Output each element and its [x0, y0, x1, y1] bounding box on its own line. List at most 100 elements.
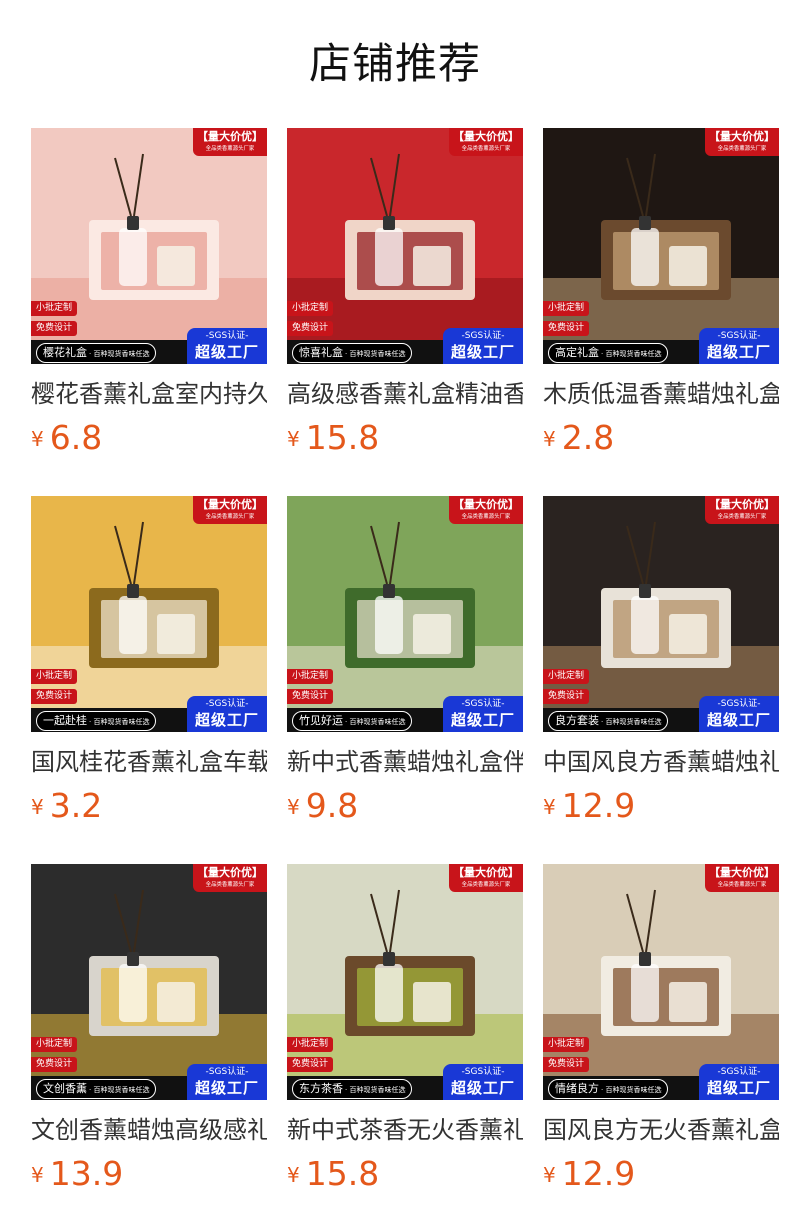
badge-line-2: 全品类香薰源头厂家 — [205, 145, 255, 152]
sgs-factory-badge: -SGS认证- 超级工厂 — [187, 696, 267, 732]
product-image[interactable]: 【量大价优】 全品类香薰源头厂家 小批定制 免费设计 一起赴桂 · 百种现货香味任选 -SG… — [31, 496, 267, 732]
small-batch-tag: 小批定制 — [31, 669, 78, 684]
bottle-cap — [383, 584, 395, 598]
sgs-factory-badge: -SGS认证- 超级工厂 — [699, 1064, 779, 1100]
product-name[interactable]: 高级感香薰礼盒精油香 — [287, 378, 523, 410]
sgs-cert-label: -SGS认证- — [461, 699, 505, 709]
free-design-tag: 免费设计 — [287, 321, 334, 336]
volume-discount-badge: 【量大价优】全品类香薰源头厂家 — [705, 128, 779, 156]
diffuser-bottle — [375, 964, 403, 1022]
badge-line-1: 【量大价优】 — [197, 498, 263, 511]
product-name[interactable]: 樱花香薰礼盒室内持久 — [31, 378, 267, 410]
bottle-cap — [639, 216, 651, 230]
candle-jar — [669, 982, 707, 1022]
super-factory-label: 超级工厂 — [450, 711, 515, 729]
product-name[interactable]: 中国风良方香薰蜡烛礼 — [543, 746, 779, 778]
banner-subtitle: · 百种现货香味任选 — [345, 718, 406, 726]
super-factory-label: 超级工厂 — [706, 1079, 771, 1097]
product-card[interactable]: 【量大价优】 全品类香薰源头厂家 小批定制 免费设计 高定礼盒 · 百种现货香味任选 -SG… — [543, 128, 779, 468]
banner-subtitle: · 百种现货香味任选 — [345, 350, 406, 358]
banner-subtitle: · 百种现货香味任选 — [89, 718, 150, 726]
product-name[interactable]: 木质低温香薰蜡烛礼盒 — [543, 378, 779, 410]
product-card[interactable]: 【量大价优】 全品类香薰源头厂家 小批定制 免费设计 一起赴桂 · 百种现货香味任选 -SG… — [31, 496, 267, 836]
free-design-tag: 免费设计 — [543, 689, 590, 704]
product-card[interactable]: 【量大价优】 全品类香薰源头厂家 小批定制 免费设计 惊喜礼盒 · 百种现货香味任选 -SG… — [287, 128, 523, 468]
volume-discount-badge: 【量大价优】 全品类香薰源头厂家 — [449, 864, 523, 892]
currency-symbol: ¥ — [287, 427, 300, 451]
product-card[interactable]: 【量大价优】 全品类香薰源头厂家 小批定制 免费设计 良方套装 · 百种现货香味任选 -SG… — [543, 496, 779, 836]
free-design-tag: 免费设计 — [31, 1057, 78, 1072]
badge-line-2: 全品类香薰源头厂家 — [205, 881, 255, 888]
currency-symbol: ¥ — [287, 1163, 300, 1187]
banner-pill: 一起赴桂 · 百种现货香味任选 — [36, 711, 157, 731]
badge-line-2: 全品类香薰源头厂家 — [205, 513, 255, 520]
banner-title: 良方套装 — [555, 714, 599, 727]
banner-title: 高定礼盒 — [555, 346, 599, 359]
banner-title: 竹见好运 — [299, 714, 343, 727]
super-factory-label: 超级工厂 — [706, 343, 771, 361]
product-name[interactable]: 国风良方无火香薰礼盒 — [543, 1114, 779, 1146]
banner-pill: 文创香薰 · 百种现货香味任选 — [36, 1079, 157, 1099]
sgs-factory-badge: -SGS认证- 超级工厂 — [443, 696, 523, 732]
product-card[interactable]: 【量大价优】 全品类香薰源头厂家 小批定制 免费设计 情绪良方 · 百种现货香味任选 -SG… — [543, 864, 779, 1204]
banner-title: 惊喜礼盒 — [299, 346, 343, 359]
super-factory-label: 超级工厂 — [450, 343, 515, 361]
badge-line-1: 【量大价优】 — [709, 130, 775, 143]
small-batch-tag: 小批定制 — [543, 1037, 590, 1052]
bottle-cap — [127, 952, 139, 966]
sgs-factory-badge: -SGS认证- 超级工厂 — [699, 696, 779, 732]
free-design-tag: 免费设计 — [31, 321, 78, 336]
sgs-cert-label: -SGS认证- — [717, 699, 761, 709]
product-name[interactable]: 国风桂花香薰礼盒车载 — [31, 746, 267, 778]
sgs-factory-badge: -SGS认证- 超级工厂 — [187, 328, 267, 364]
diffuser-bottle — [119, 964, 147, 1022]
product-grid: 【量大价优】 全品类香薰源头厂家 小批定制 免费设计 樱花礼盒 · 百种现货香味任选 -SG… — [0, 0, 790, 1232]
bottle-cap — [639, 584, 651, 598]
candle-jar — [157, 614, 195, 654]
product-price: ¥3.2 — [31, 786, 102, 826]
product-name[interactable]: 新中式茶香无火香薰礼 — [287, 1114, 523, 1146]
product-image[interactable]: 【量大价优】 全品类香薰源头厂家 小批定制 免费设计 良方套装 · 百种现货香味任选 -SG… — [543, 496, 779, 732]
price-value: 12.9 — [561, 1154, 636, 1193]
sgs-cert-label: -SGS认证- — [717, 1067, 761, 1077]
product-price: ¥12.9 — [543, 1154, 635, 1194]
badge-line-1: 【量大价优】 — [453, 498, 519, 511]
badge-line-1: 【量大价优】 — [709, 498, 775, 511]
product-card[interactable]: 【量大价优】 全品类香薰源头厂家 小批定制 免费设计 竹见好运 · 百种现货香味任选 -SG… — [287, 496, 523, 836]
badge-line-2: 全品类香薰源头厂家 — [461, 881, 511, 888]
small-batch-tag: 小批定制 — [543, 669, 590, 684]
sgs-factory-badge: -SGS认证- 超级工厂 — [443, 328, 523, 364]
sgs-cert-label: -SGS认证- — [205, 699, 249, 709]
product-image[interactable]: 【量大价优】 全品类香薰源头厂家 小批定制 免费设计 东方茶香 · 百种现货香味任选 -SG… — [287, 864, 523, 1100]
banner-pill: 惊喜礼盒 · 百种现货香味任选 — [292, 343, 413, 363]
product-card[interactable]: 【量大价优】 全品类香薰源头厂家 小批定制 免费设计 东方茶香 · 百种现货香味任选 -SG… — [287, 864, 523, 1204]
product-image[interactable]: 【量大价优】 全品类香薰源头厂家 小批定制 免费设计 惊喜礼盒 · 百种现货香味任选 -SG… — [287, 128, 523, 364]
product-image[interactable]: 【量大价优】 全品类香薰源头厂家 小批定制 免费设计 文创香薰 · 百种现货香味任选 -SG… — [31, 864, 267, 1100]
product-price: ¥12.9 — [543, 786, 635, 826]
diffuser-bottle — [119, 596, 147, 654]
product-price: ¥2.8 — [543, 418, 614, 458]
super-factory-label: 超级工厂 — [194, 343, 259, 361]
badge-line-1: 【量大价优】 — [709, 866, 775, 879]
volume-discount-badge: 【量大价优】 全品类香薰源头厂家 — [193, 864, 267, 892]
small-batch-tag: 小批定制 — [287, 669, 334, 684]
candle-jar — [413, 614, 451, 654]
product-name[interactable]: 新中式香薰蜡烛礼盒伴 — [287, 746, 523, 778]
product-image[interactable]: 【量大价优】 全品类香薰源头厂家 小批定制 免费设计 情绪良方 · 百种现货香味任选 -SG… — [543, 864, 779, 1100]
product-card[interactable]: 【量大价优】 全品类香薰源头厂家 小批定制 免费设计 文创香薰 · 百种现货香味任选 -SG… — [31, 864, 267, 1204]
currency-symbol: ¥ — [543, 795, 556, 819]
product-price: ¥13.9 — [31, 1154, 123, 1194]
product-card[interactable]: 【量大价优】 全品类香薰源头厂家 小批定制 免费设计 樱花礼盒 · 百种现货香味任选 -SG… — [31, 128, 267, 468]
price-value: 9.8 — [305, 786, 359, 825]
product-image[interactable]: 【量大价优】 全品类香薰源头厂家 小批定制 免费设计 高定礼盒 · 百种现货香味任选 -SG… — [543, 128, 779, 364]
small-batch-tag: 小批定制 — [543, 301, 590, 316]
product-image[interactable]: 【量大价优】 全品类香薰源头厂家 小批定制 免费设计 竹见好运 · 百种现货香味任选 -SG… — [287, 496, 523, 732]
badge-line-2: 全品类香薰源头厂家 — [717, 513, 767, 520]
product-price: ¥6.8 — [31, 418, 102, 458]
banner-pill: 情绪良方 · 百种现货香味任选 — [548, 1079, 669, 1099]
candle-jar — [413, 246, 451, 286]
product-image[interactable]: 【量大价优】 全品类香薰源头厂家 小批定制 免费设计 樱花礼盒 · 百种现货香味任选 -SG… — [31, 128, 267, 364]
badge-line-2: 全品类香薰源头厂家 — [461, 145, 511, 152]
badge-line-2: 全品类香薰源头厂家 — [717, 145, 767, 152]
product-name[interactable]: 文创香薰蜡烛高级感礼 — [31, 1114, 267, 1146]
